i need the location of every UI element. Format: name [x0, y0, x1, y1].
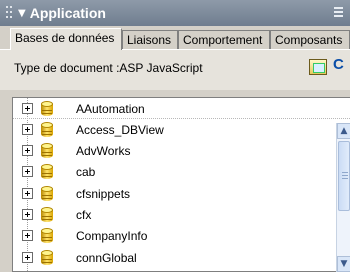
expand-icon[interactable]: [22, 124, 33, 135]
panel-header[interactable]: ▼ Application: [0, 0, 350, 26]
database-name: Access_DBView: [76, 123, 164, 137]
expand-icon[interactable]: [22, 209, 33, 220]
database-name: cab: [76, 165, 96, 179]
list-item[interactable]: cfx: [13, 205, 337, 225]
database-icon: [41, 101, 53, 117]
list-item[interactable]: CompanyInfo: [13, 226, 337, 246]
tab-bar: Bases de données Liaisons Comportement C…: [0, 28, 350, 50]
drag-grip-icon[interactable]: [6, 4, 14, 22]
database-list[interactable]: AAutomation Access_DBView AdvWorks cab c…: [12, 97, 350, 272]
database-icon: [41, 143, 53, 159]
list-item[interactable]: connGlobal: [13, 248, 337, 268]
database-name: cfx: [76, 208, 92, 222]
database-icon: [41, 250, 53, 266]
tab-comportement[interactable]: Comportement: [178, 30, 270, 50]
tab-liaisons[interactable]: Liaisons: [122, 30, 178, 50]
database-icon: [41, 122, 53, 138]
database-name: AAutomation: [76, 102, 145, 116]
expand-icon[interactable]: [22, 103, 33, 114]
scrollbar-thumb[interactable]: [338, 141, 350, 211]
database-icon: [41, 228, 53, 244]
document-type-extra-button[interactable]: C: [333, 56, 344, 73]
expand-icon[interactable]: [22, 145, 33, 156]
panel-title: Application: [29, 5, 106, 21]
list-item[interactable]: cab: [13, 162, 337, 182]
edit-document-icon[interactable]: [309, 59, 327, 75]
list-item[interactable]: AAutomation: [13, 99, 337, 119]
document-type-row: Type de document :ASP JavaScript C: [0, 50, 350, 90]
database-name: AdvWorks: [76, 144, 131, 158]
vertical-scrollbar[interactable]: ▲ ▼: [336, 123, 350, 272]
expand-icon[interactable]: [22, 252, 33, 263]
database-icon: [41, 164, 53, 180]
expand-icon[interactable]: [22, 166, 33, 177]
expand-icon[interactable]: [22, 188, 33, 199]
database-name: CompanyInfo: [76, 229, 148, 243]
list-item[interactable]: Access_DBView: [13, 120, 337, 140]
list-item[interactable]: cfsnippets: [13, 184, 337, 204]
options-menu-icon[interactable]: [334, 7, 344, 17]
database-icon: [41, 207, 53, 223]
scroll-up-icon[interactable]: ▲: [337, 123, 350, 139]
tab-bases-de-donnees[interactable]: Bases de données: [10, 28, 122, 50]
document-type-label: Type de document :ASP JavaScript: [14, 61, 203, 75]
expand-icon[interactable]: [22, 230, 33, 241]
tab-composants[interactable]: Composants: [270, 30, 350, 50]
triangle-down-icon[interactable]: ▼: [18, 8, 26, 19]
row-separator: [13, 118, 350, 119]
database-name: connGlobal: [76, 251, 137, 265]
scroll-down-icon[interactable]: ▼: [337, 256, 350, 272]
database-name: cfsnippets: [76, 187, 131, 201]
list-item[interactable]: AdvWorks: [13, 141, 337, 161]
database-icon: [41, 186, 53, 202]
